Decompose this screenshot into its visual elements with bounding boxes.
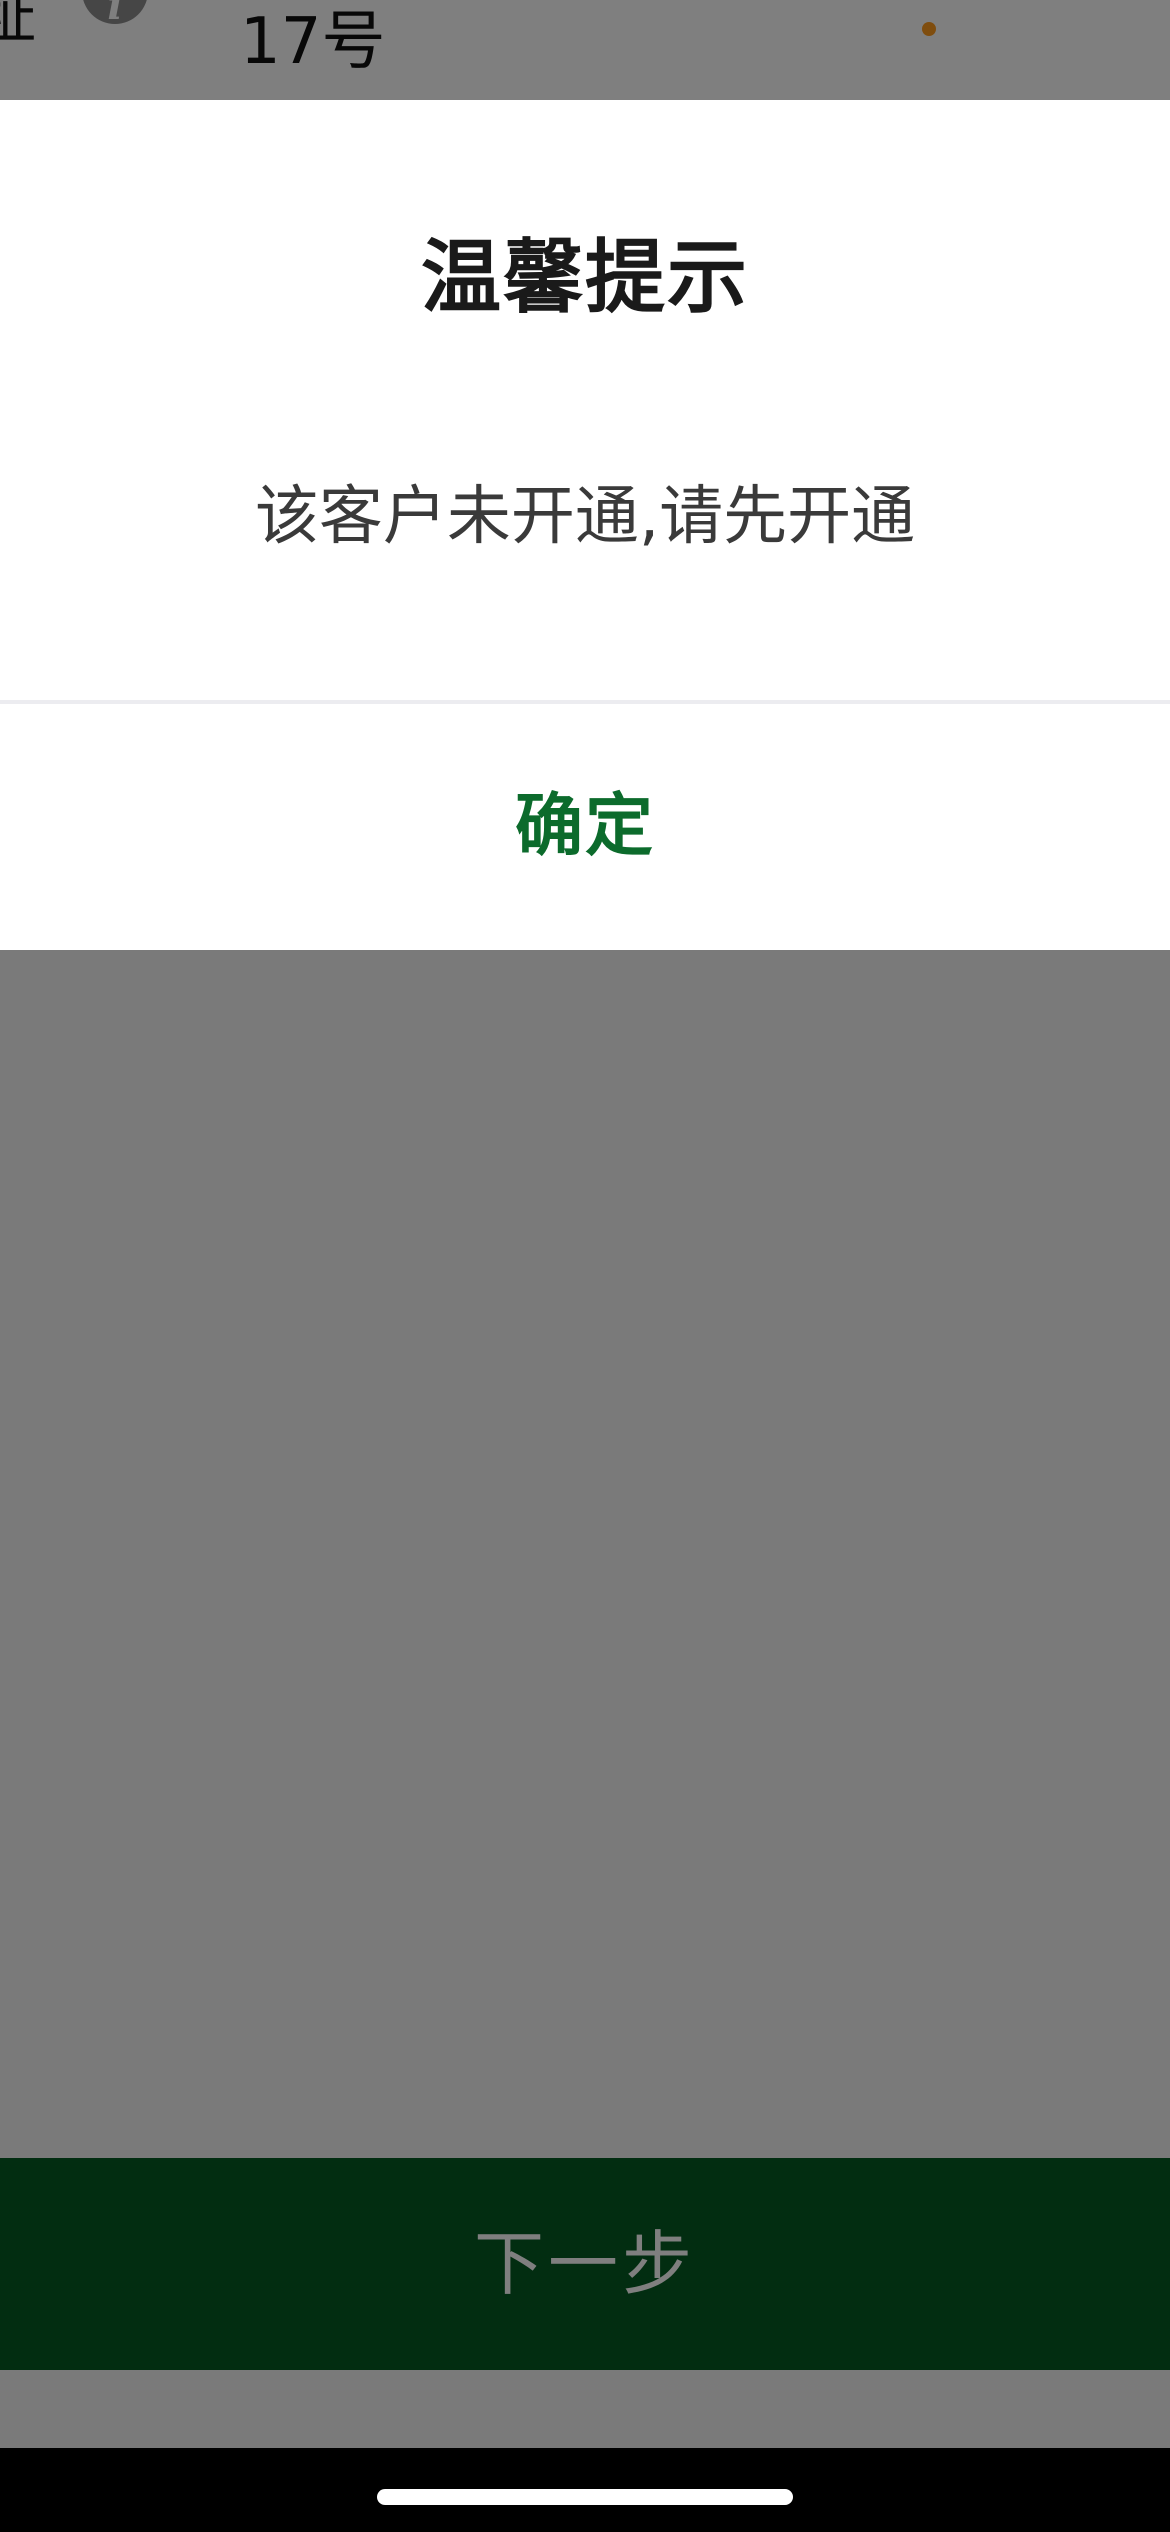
dialog-title: 温馨提示 (421, 231, 749, 324)
confirm-button[interactable]: 确定 (0, 704, 1170, 950)
screen: 址 i 17号 下一步 温馨提示 该客户未开通,请先开通 确定 (0, 0, 1170, 2532)
home-indicator[interactable] (377, 2489, 793, 2505)
alert-dialog: 温馨提示 该客户未开通,请先开通 确定 (0, 100, 1170, 950)
dialog-message: 该客户未开通,请先开通 (254, 480, 916, 554)
system-bottom-bar (0, 2448, 1170, 2532)
